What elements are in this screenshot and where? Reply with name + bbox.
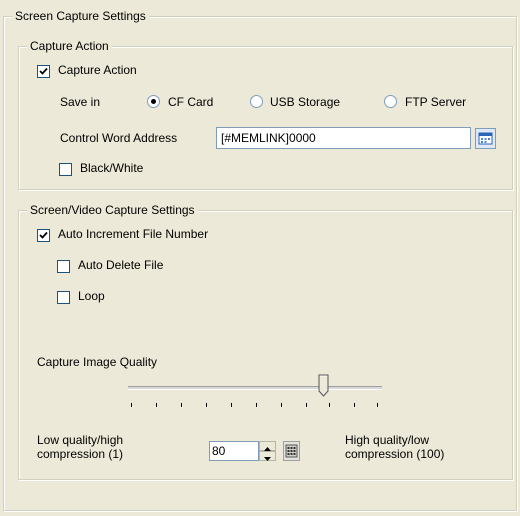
slider-tick bbox=[281, 403, 282, 407]
spin-down-button[interactable] bbox=[259, 451, 276, 461]
slider-tick bbox=[256, 403, 257, 407]
capture-action-group-title: Capture Action bbox=[27, 39, 112, 53]
slider-tick bbox=[131, 403, 132, 407]
slider-tick bbox=[181, 403, 182, 407]
capture-action-label: Capture Action bbox=[58, 63, 137, 77]
save-in-label: Save in bbox=[60, 95, 101, 109]
low-quality-label-line2: compression (1) bbox=[37, 447, 124, 461]
auto-delete-checkbox[interactable] bbox=[57, 260, 70, 273]
screen-capture-settings-title: Screen Capture Settings bbox=[12, 9, 149, 23]
cf-card-label: CF Card bbox=[168, 95, 214, 109]
high-quality-label-line2: compression (100) bbox=[345, 447, 445, 461]
auto-delete-label: Auto Delete File bbox=[78, 258, 164, 272]
cf-card-radio[interactable] bbox=[147, 95, 160, 108]
radio-selected-dot bbox=[151, 99, 156, 104]
control-word-address-input[interactable]: [#MEMLINK]0000 bbox=[216, 127, 471, 149]
capture-action-checkbox[interactable] bbox=[37, 65, 50, 78]
keypad-icon bbox=[285, 444, 298, 458]
loop-checkbox[interactable] bbox=[57, 291, 70, 304]
ftp-server-label: FTP Server bbox=[405, 95, 467, 109]
slider-tick bbox=[354, 403, 355, 407]
auto-increment-checkbox[interactable] bbox=[37, 229, 50, 242]
slider-tick bbox=[306, 403, 307, 407]
slider-tick bbox=[231, 403, 232, 407]
slider-tick bbox=[156, 403, 157, 407]
slider-tick bbox=[329, 403, 330, 407]
usb-storage-label: USB Storage bbox=[270, 95, 341, 109]
low-quality-label-line1: Low quality/high bbox=[37, 433, 124, 447]
auto-increment-label: Auto Increment File Number bbox=[58, 227, 209, 241]
capture-image-quality-label: Capture Image Quality bbox=[37, 355, 158, 369]
spin-down-icon bbox=[264, 457, 271, 461]
slider-tick bbox=[377, 403, 378, 407]
slider-tick bbox=[206, 403, 207, 407]
slider-track bbox=[128, 386, 382, 390]
slider-thumb-icon[interactable] bbox=[318, 374, 330, 398]
calendar-picker-icon bbox=[478, 132, 493, 145]
black-white-label: Black/White bbox=[80, 161, 144, 175]
address-picker-button[interactable] bbox=[475, 128, 496, 149]
loop-label: Loop bbox=[78, 289, 105, 303]
black-white-checkbox[interactable] bbox=[59, 163, 72, 176]
keypad-button[interactable] bbox=[283, 441, 300, 461]
quality-slider[interactable] bbox=[120, 374, 390, 414]
control-word-address-label: Control Word Address bbox=[60, 131, 178, 145]
usb-storage-radio[interactable] bbox=[250, 95, 263, 108]
screen-video-capture-group-title: Screen/Video Capture Settings bbox=[27, 203, 198, 217]
checkmark-icon bbox=[39, 67, 48, 75]
checkmark-icon bbox=[39, 231, 48, 239]
ftp-server-radio[interactable] bbox=[384, 95, 397, 108]
high-quality-label-line1: High quality/low bbox=[345, 433, 430, 447]
spin-up-button[interactable] bbox=[259, 441, 276, 451]
quality-value-input[interactable]: 80 bbox=[209, 441, 259, 461]
